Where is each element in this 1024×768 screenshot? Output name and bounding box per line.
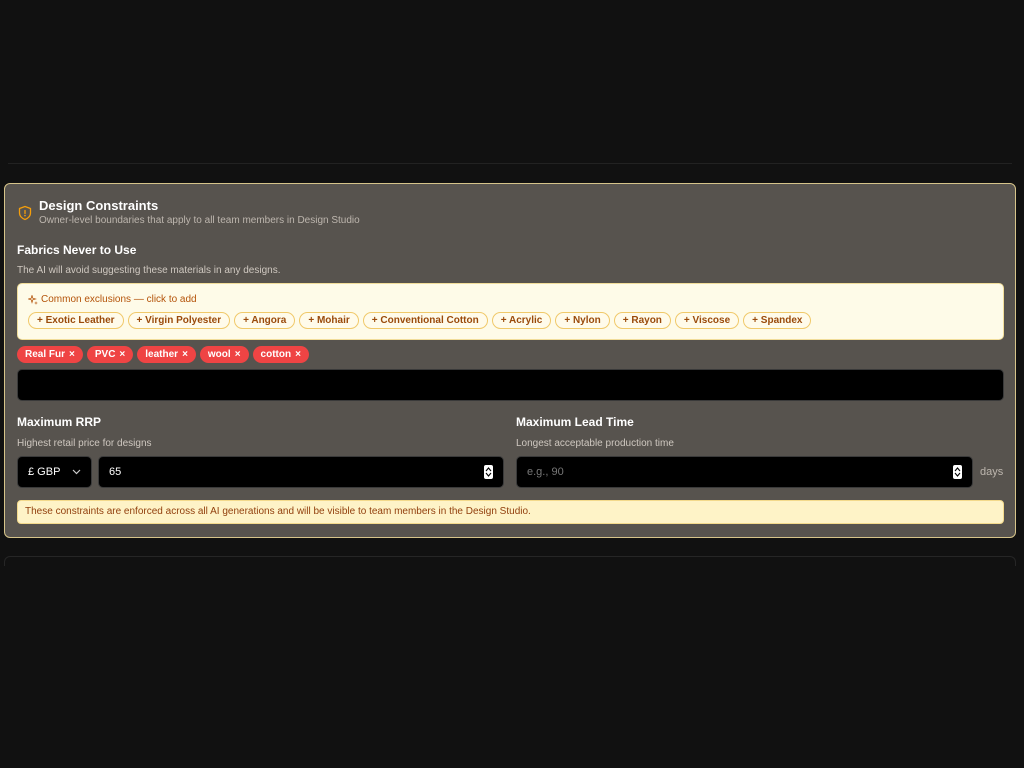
remove-tag-icon[interactable]: ×	[235, 346, 241, 363]
suggestion-chip-rayon[interactable]: + Rayon	[613, 312, 671, 329]
suggestion-chip-mohair[interactable]: + Mohair	[299, 312, 359, 329]
excluded-tag: wool ×	[199, 346, 249, 363]
excluded-tag: Real Fur ×	[17, 346, 83, 363]
suggestion-chip-spandex[interactable]: + Spandex	[743, 312, 812, 329]
max-lead-time-group: Maximum Lead Time Longest acceptable pro…	[516, 415, 1004, 488]
suggestion-chip-exotic-leather[interactable]: + Exotic Leather	[28, 312, 124, 329]
suggestion-chip-viscose[interactable]: + Viscose	[674, 312, 740, 329]
excluded-tag: PVC ×	[86, 346, 134, 363]
excluded-tag-label: cotton	[260, 349, 292, 360]
card-subtitle: Owner-level boundaries that apply to all…	[39, 215, 360, 226]
remove-tag-icon[interactable]: ×	[182, 346, 188, 363]
lead-time-unit: days	[980, 466, 1004, 478]
excluded-tag-label: Real Fur	[25, 349, 66, 360]
excluded-tag-label: leather	[145, 349, 179, 360]
excluded-tag: leather ×	[137, 346, 196, 363]
suggestion-chip-angora[interactable]: + Angora	[234, 312, 296, 329]
excluded-tag-label: wool	[207, 349, 231, 360]
chevron-down-icon	[72, 469, 81, 475]
max-lead-time-placeholder: e.g., 90	[527, 466, 564, 478]
design-constraints-card: Design Constraints Owner-level boundarie…	[4, 183, 1016, 538]
number-spinner-icon[interactable]	[953, 465, 962, 479]
max-lead-time-label: Maximum Lead Time	[516, 415, 634, 429]
common-exclusions-box: Common exclusions — click to add + Exoti…	[17, 283, 1004, 340]
suggestion-chip-nylon[interactable]: + Nylon	[555, 312, 610, 329]
next-card-edge	[4, 556, 1016, 566]
max-lead-time-description: Longest acceptable production time	[516, 438, 674, 449]
fabrics-section-title: Fabrics Never to Use	[17, 243, 137, 257]
currency-select-value: £ GBP	[28, 466, 61, 478]
remove-tag-icon[interactable]: ×	[69, 346, 75, 363]
max-rrp-group: Maximum RRP Highest retail price for des…	[17, 415, 504, 488]
suggestion-chip-acrylic[interactable]: + Acrylic	[491, 312, 552, 329]
max-lead-time-fields: e.g., 90 days	[516, 456, 1003, 488]
excluded-tag-label: PVC	[94, 349, 116, 360]
fabric-exclusion-input[interactable]	[17, 369, 1004, 401]
suggestion-chip-row: + Exotic Leather + Virgin Polyester + An…	[28, 312, 812, 329]
top-divider	[8, 163, 1012, 164]
max-rrp-label: Maximum RRP	[17, 415, 102, 429]
max-lead-time-input[interactable]: e.g., 90	[516, 456, 973, 488]
common-exclusions-heading: Common exclusions — click to add	[28, 294, 197, 305]
card-header: Design Constraints Owner-level boundarie…	[17, 198, 360, 226]
suggestion-chip-virgin-polyester[interactable]: + Virgin Polyester	[127, 312, 231, 329]
shield-icon	[18, 205, 32, 221]
enforcement-notice: These constraints are enforced across al…	[17, 500, 1004, 524]
max-rrp-description: Highest retail price for designs	[17, 438, 152, 449]
card-title: Design Constraints	[39, 198, 159, 213]
excluded-fabric-tags: Real Fur × PVC × leather × wool × cotton ×	[17, 346, 309, 363]
currency-select[interactable]: £ GBP	[17, 456, 92, 488]
number-spinner-icon[interactable]	[484, 465, 493, 479]
common-exclusions-label: Common exclusions — click to add	[41, 294, 197, 305]
excluded-tag: cotton ×	[252, 346, 309, 363]
max-rrp-input[interactable]: 65	[98, 456, 504, 488]
sparkles-icon	[28, 294, 38, 305]
fabrics-section-description: The AI will avoid suggesting these mater…	[17, 265, 281, 276]
max-rrp-fields: £ GBP 65	[17, 456, 504, 488]
remove-tag-icon[interactable]: ×	[295, 346, 301, 363]
suggestion-chip-conventional-cotton[interactable]: + Conventional Cotton	[362, 312, 488, 329]
remove-tag-icon[interactable]: ×	[119, 346, 125, 363]
max-rrp-value: 65	[109, 466, 122, 478]
